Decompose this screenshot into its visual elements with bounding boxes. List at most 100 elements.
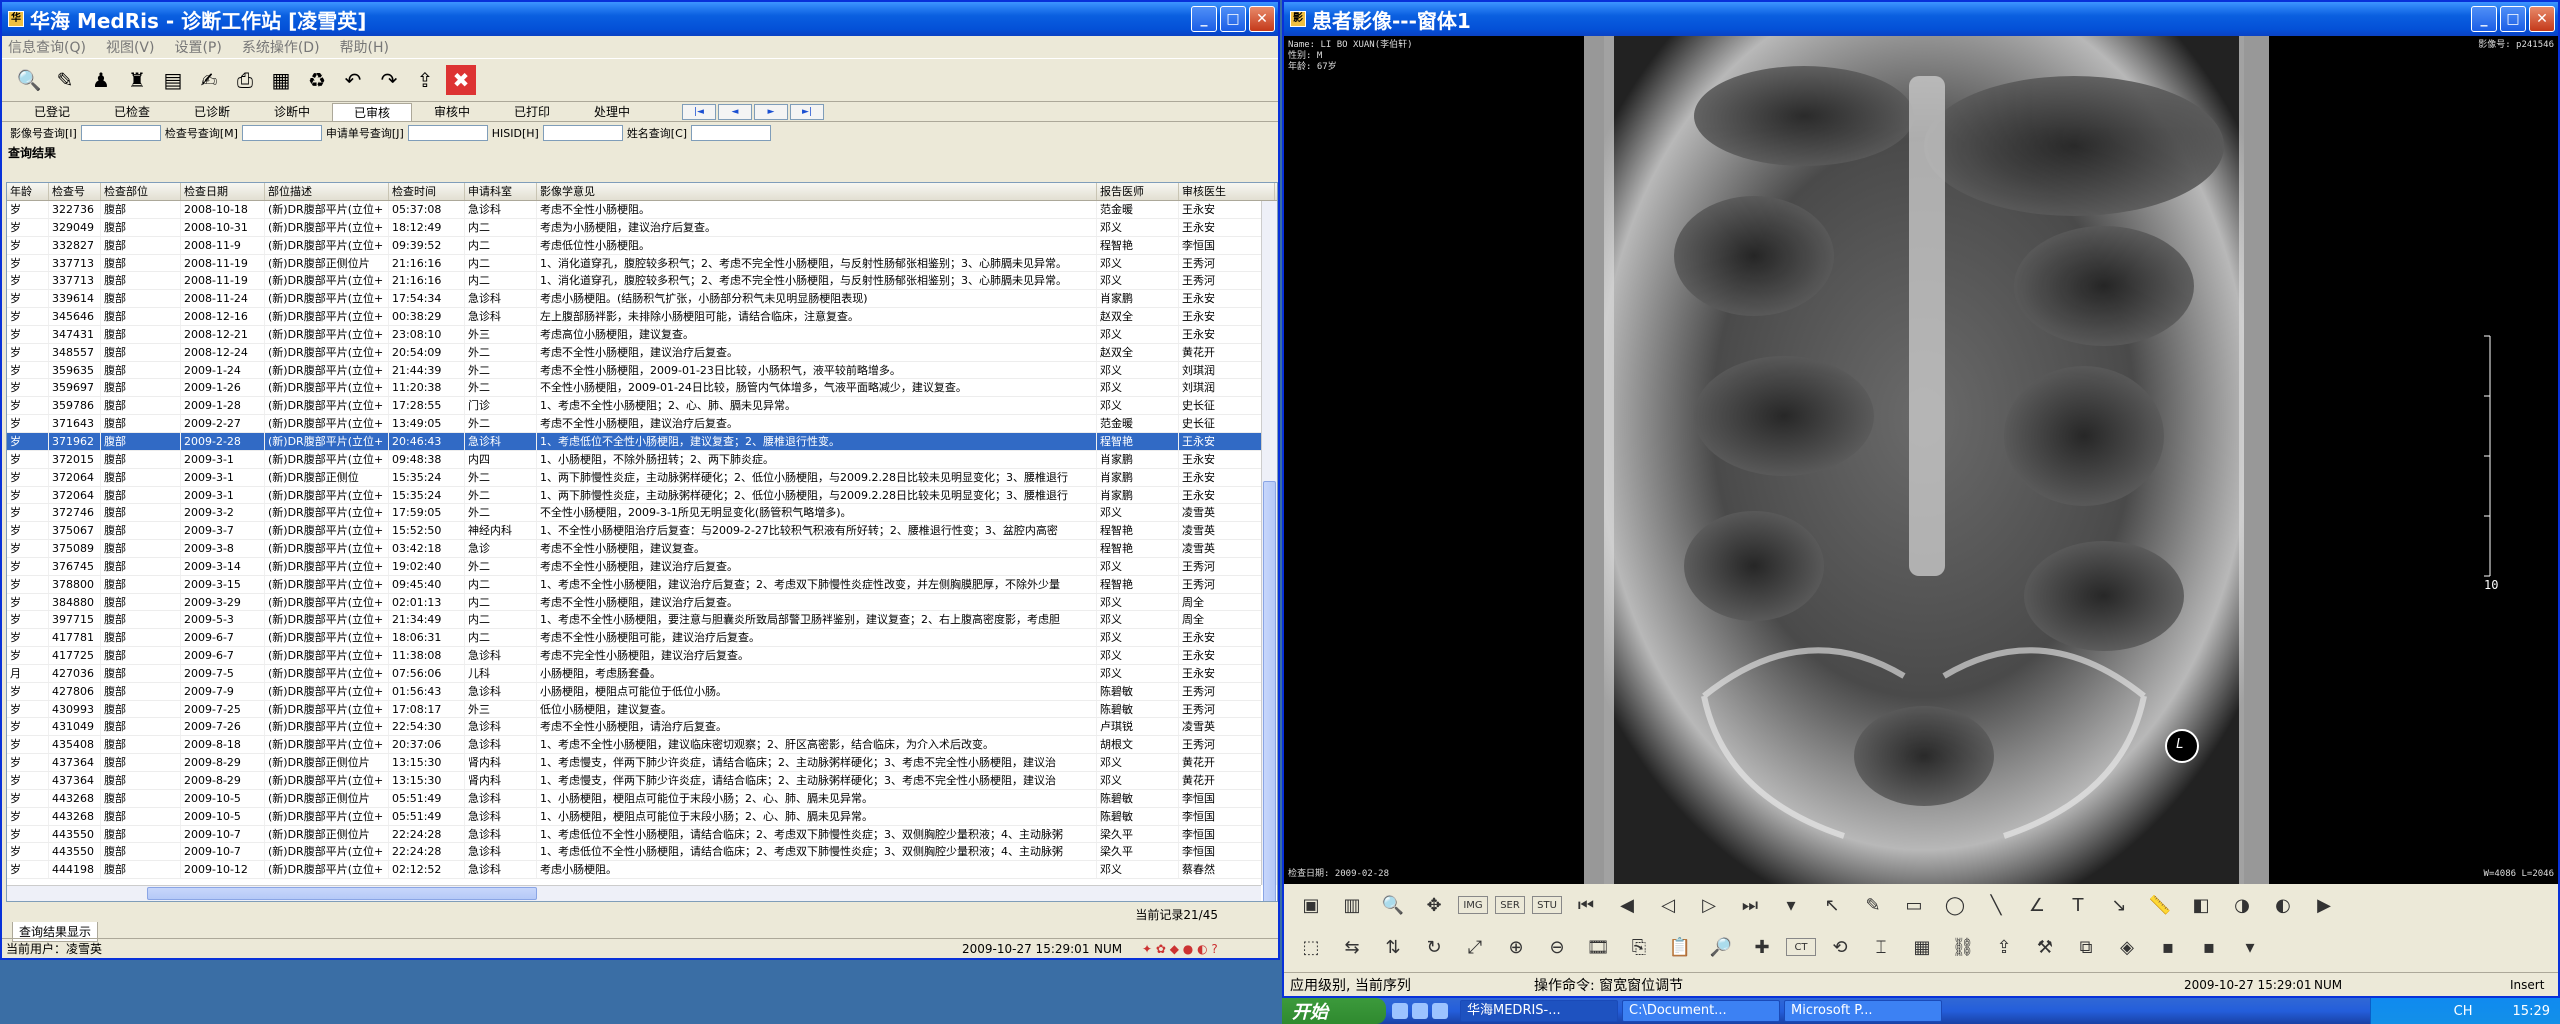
- viewer-minimize-button[interactable]: _: [2471, 6, 2497, 32]
- redo-icon[interactable]: ↷: [374, 65, 404, 95]
- tab-0[interactable]: 已登记: [12, 103, 92, 121]
- table-row[interactable]: 岁 339614 腹部 2008-11-24 (新)DR腹部平片(立位+ 17:54:34…: [7, 290, 1277, 309]
- query-input-3[interactable]: [542, 125, 623, 141]
- nav-button-0[interactable]: |◄: [682, 103, 716, 120]
- menu-item-1[interactable]: 视图(V): [106, 37, 155, 57]
- pointer-icon[interactable]: ↖: [1815, 890, 1849, 920]
- query-input-1[interactable]: [241, 125, 322, 141]
- angle-icon[interactable]: ∠: [2020, 890, 2054, 920]
- 3d-icon[interactable]: ◈: [2110, 932, 2144, 962]
- menu-item-0[interactable]: 信息查询(Q): [8, 37, 86, 57]
- window-level-icon[interactable]: ◐: [2266, 890, 2300, 920]
- text-icon[interactable]: T: [2061, 890, 2095, 920]
- flip-v-icon[interactable]: ⇅: [1376, 932, 1410, 962]
- excel-icon[interactable]: ▦: [266, 65, 296, 95]
- cross-icon[interactable]: ✚: [1745, 932, 1779, 962]
- viewer-close-button[interactable]: ✕: [2529, 6, 2555, 32]
- query-input-2[interactable]: [407, 125, 488, 141]
- table-row[interactable]: 岁 359697 腹部 2009-1-26 (新)DR腹部平片(立位+ 11:20:38 外…: [7, 379, 1277, 398]
- column-header-3[interactable]: 检查日期: [181, 183, 265, 200]
- edit-icon[interactable]: ✎: [50, 65, 80, 95]
- ruler-icon[interactable]: 📏: [2143, 890, 2177, 920]
- prev-page-icon[interactable]: ◁: [1651, 890, 1685, 920]
- table-row[interactable]: 岁 371643 腹部 2009-2-27 (新)DR腹部平片(立位+ 13:49:05 外…: [7, 415, 1277, 433]
- zoom-out-icon[interactable]: ⊖: [1540, 932, 1574, 962]
- cine-icon[interactable]: ▶: [2307, 890, 2341, 920]
- pen-icon[interactable]: ✎: [1856, 890, 1890, 920]
- query-input-0[interactable]: [80, 125, 161, 141]
- group-icon[interactable]: ♜: [122, 65, 152, 95]
- table-row[interactable]: 岁 444198 腹部 2009-10-12 (新)DR腹部平片(立位+ 02:12:52…: [7, 861, 1277, 880]
- table-row[interactable]: 岁 345646 腹部 2008-12-16 (新)DR腹部平片(立位+ 00:38:29…: [7, 308, 1277, 326]
- layout-icon[interactable]: ▥: [1335, 890, 1369, 920]
- tool-ct[interactable]: CT: [1786, 938, 1816, 956]
- tool-img[interactable]: IMG: [1458, 896, 1488, 914]
- print-icon[interactable]: ⎙: [230, 65, 260, 95]
- taskbar-item-2[interactable]: Microsoft P...: [1784, 1000, 1942, 1022]
- column-header-6[interactable]: 申请科室: [465, 183, 537, 200]
- table-row[interactable]: 岁 443268 腹部 2009-10-5 (新)DR腹部正侧位片 05:51:49 急诊科…: [7, 789, 1277, 808]
- document-icon[interactable]: ▤: [158, 65, 188, 95]
- table-row[interactable]: 岁 337713 腹部 2008-11-19 (新)DR腹部平片(立位+ 21:16:16…: [7, 272, 1277, 291]
- tool-stu[interactable]: STU: [1532, 896, 1562, 914]
- table-row[interactable]: 岁 371962 腹部 2009-2-28 (新)DR腹部平片(立位+ 20:46:43 急…: [7, 432, 1277, 451]
- quicklaunch-icon-3[interactable]: [1432, 1003, 1448, 1019]
- zoom-in-icon[interactable]: ⊕: [1499, 932, 1533, 962]
- select-icon[interactable]: ⬚: [1294, 932, 1328, 962]
- column-header-9[interactable]: 审核医生: [1179, 183, 1275, 200]
- column-header-2[interactable]: 检查部位: [101, 183, 181, 200]
- contrast-icon[interactable]: ◑: [2225, 890, 2259, 920]
- export-icon[interactable]: ⇪: [410, 65, 440, 95]
- zoom-icon[interactable]: 🔍: [1376, 890, 1410, 920]
- quicklaunch-icon-1[interactable]: [1392, 1003, 1408, 1019]
- more-icon[interactable]: ▾: [1774, 890, 1808, 920]
- fit-icon[interactable]: ⤢: [1458, 932, 1492, 962]
- ellipse-icon[interactable]: ◯: [1938, 890, 1972, 920]
- table-row[interactable]: 岁 359635 腹部 2009-1-24 (新)DR腹部平片(立位+ 21:44:39 外…: [7, 361, 1277, 380]
- table-row[interactable]: 岁 397715 腹部 2009-5-3 (新)DR腹部平片(立位+ 21:34:49 内二…: [7, 611, 1277, 630]
- last-icon[interactable]: ⏭: [1733, 890, 1767, 920]
- horizontal-scrollbar[interactable]: [7, 885, 1261, 901]
- signature-icon[interactable]: ✍: [194, 65, 224, 95]
- export-icon[interactable]: ⇪: [1987, 932, 2021, 962]
- line-icon[interactable]: ╲: [1979, 890, 2013, 920]
- invert-icon[interactable]: ◧: [2184, 890, 2218, 920]
- recycle-icon[interactable]: ♻: [302, 65, 332, 95]
- table-row[interactable]: 岁 435408 腹部 2009-8-18 (新)DR腹部平片(立位+ 20:37:06 急…: [7, 736, 1277, 755]
- vertical-scrollbar[interactable]: [1261, 201, 1277, 901]
- prev-icon[interactable]: ◀: [1610, 890, 1644, 920]
- nav-button-1[interactable]: ◄: [718, 103, 752, 120]
- CT-2-icon[interactable]: ▪: [2192, 932, 2226, 962]
- table-row[interactable]: 岁 378800 腹部 2009-3-15 (新)DR腹部平片(立位+ 09:45:40 内…: [7, 575, 1277, 594]
- table-row[interactable]: 岁 347431 腹部 2008-12-21 (新)DR腹部平片(立位+ 23:08:10…: [7, 325, 1277, 344]
- rotate-icon[interactable]: ↻: [1417, 932, 1451, 962]
- table-row[interactable]: 岁 430993 腹部 2009-7-25 (新)DR腹部平片(立位+ 17:08:17 外…: [7, 700, 1277, 719]
- next-page-icon[interactable]: ▷: [1692, 890, 1726, 920]
- table-row[interactable]: 岁 431049 腹部 2009-7-26 (新)DR腹部平片(立位+ 22:54:30 急…: [7, 718, 1277, 737]
- taskbar-item-1[interactable]: C:\Document...: [1622, 1000, 1780, 1022]
- tab-3[interactable]: 诊断中: [252, 103, 332, 121]
- hscroll-thumb[interactable]: [147, 887, 537, 900]
- xray-viewport[interactable]: Name: LI BO XUAN(李伯轩) 性别: M 年龄: 67岁 影像号: p…: [1284, 36, 2558, 884]
- table-row[interactable]: 岁 348557 腹部 2008-12-24 (新)DR腹部平片(立位+ 20:54:09…: [7, 343, 1277, 362]
- table-row[interactable]: 岁 372064 腹部 2009-3-1 (新)DR腹部平片(立位+ 15:35:24 外二…: [7, 486, 1277, 505]
- table-row[interactable]: 岁 443268 腹部 2009-10-5 (新)DR腹部平片(立位+ 05:51:49 急…: [7, 807, 1277, 826]
- vscroll-thumb[interactable]: [1263, 481, 1276, 901]
- table-row[interactable]: 岁 375089 腹部 2009-3-8 (新)DR腹部平片(立位+ 03:42:18 急诊…: [7, 540, 1277, 558]
- menu-item-4[interactable]: 帮助(H): [340, 37, 389, 57]
- undo-icon[interactable]: ↶: [338, 65, 368, 95]
- menu-item-2[interactable]: 设置(P): [174, 37, 221, 57]
- window-icon[interactable]: ▣: [1294, 890, 1328, 920]
- person-icon[interactable]: ♟: [86, 65, 116, 95]
- tab-2[interactable]: 已诊断: [172, 103, 252, 121]
- minimize-button[interactable]: _: [1191, 6, 1217, 32]
- CT-icon[interactable]: ▪: [2151, 932, 2185, 962]
- query-input-4[interactable]: [691, 125, 772, 141]
- table-row[interactable]: 月 427036 腹部 2009-7-5 (新)DR腹部平片(立位+ 07:56:06 儿科…: [7, 664, 1277, 683]
- table-row[interactable]: 岁 337713 腹部 2008-11-19 (新)DR腹部正侧位片 21:16:16 内二…: [7, 254, 1277, 273]
- results-grid[interactable]: 年龄 检查号 检查部位 检查日期 部位描述 检查时间 申请科室 影像学意见 报告医师 审核医生 岁…: [6, 182, 1278, 902]
- compare-icon[interactable]: ⧉: [2069, 932, 2103, 962]
- more-icon[interactable]: ▾: [2233, 932, 2267, 962]
- table-row[interactable]: 岁 375067 腹部 2009-3-7 (新)DR腹部平片(立位+ 15:52:50 神经…: [7, 522, 1277, 541]
- reset-icon[interactable]: ⟲: [1823, 932, 1857, 962]
